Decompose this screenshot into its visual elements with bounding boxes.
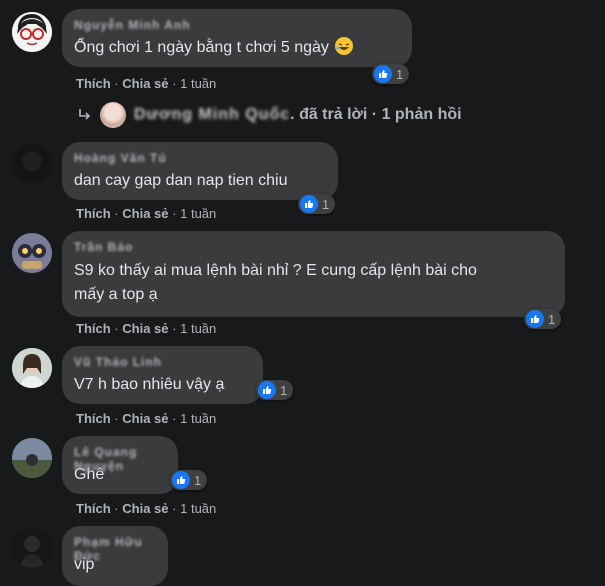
comment-bubble: Phạm Hữu Đức vip [62,526,168,586]
separator: · [172,206,177,221]
comment-bubble: Lê Quang Nguyện Ghê [62,436,178,494]
separator: · [114,501,119,516]
timestamp[interactable]: 1 tuần [180,501,216,516]
avatar[interactable] [12,348,52,388]
reaction-count: 1 [396,66,404,82]
reaction-badge[interactable]: 1 [524,309,562,329]
share-link[interactable]: Chia sẻ [122,501,168,516]
like-link[interactable]: Thích [76,206,111,221]
dark-avatar-icon [12,143,52,183]
comment-text: V7 h bao nhiêu vậy ạ [74,376,225,393]
reply-avatar [100,102,126,128]
avatar[interactable] [12,143,52,183]
commenter-name[interactable]: Trần Bảo [74,240,553,254]
like-icon [172,471,190,489]
cartoon-avatar-icon [12,233,52,273]
avatar[interactable] [12,12,52,52]
reply-author: Dương Minh Quốc [134,106,291,123]
like-link[interactable]: Thích [76,411,111,426]
comment-text-content: Ổng chơi 1 ngày bằng t chơi 5 ngày [74,39,329,56]
commenter-name[interactable]: Lê Quang Nguyện [74,445,166,473]
landscape-avatar-icon [12,438,52,478]
share-link[interactable]: Chia sẻ [122,76,168,91]
comment-bubble: Vũ Thảo Linh V7 h bao nhiêu vậy ạ [62,346,263,404]
reaction-badge[interactable]: 1 [298,194,336,214]
separator: · [172,321,177,336]
avatar[interactable] [12,528,52,568]
like-icon [300,195,318,213]
avatar[interactable] [12,438,52,478]
timestamp[interactable]: 1 tuần [180,321,216,336]
reaction-badge[interactable]: 1 [170,470,208,490]
reply-summary: . đã trả lời · 1 phản hồi [290,106,462,123]
comment-bubble: Trần Bảo S9 ko thấy ai mua lệnh bài nhỉ … [62,231,565,317]
profile-photo-icon [12,348,52,388]
comment-text: dan cay gap dan nap tien chiu [74,172,288,189]
separator: · [114,411,119,426]
commenter-name[interactable]: Phạm Hữu Đức [74,535,156,563]
separator: · [114,76,119,91]
like-icon [258,381,276,399]
separator: · [172,76,177,91]
comment-actions: Thích · Chia sẻ · 1 tuần [76,321,216,337]
commenter-name[interactable]: Vũ Thảo Linh [74,355,251,369]
reaction-count: 1 [548,311,556,327]
reply-arrow-icon [79,109,91,120]
comment-actions: Thích · Chia sẻ · 1 tuần [76,411,216,427]
like-icon [374,65,392,83]
reaction-count: 1 [280,382,288,398]
view-replies[interactable]: Dương Minh Quốc. đã trả lời · 1 phản hồi [78,102,462,128]
comment-bubble: Nguyễn Minh Anh Ổng chơi 1 ngày bằng t c… [62,9,412,67]
comment-text: S9 ko thấy ai mua lệnh bài nhỉ ? E cung … [74,262,477,303]
cartoon-avatar-icon [12,12,52,52]
reaction-badge[interactable]: 1 [372,64,410,84]
timestamp[interactable]: 1 tuần [180,76,216,91]
share-link[interactable]: Chia sẻ [122,411,168,426]
separator: · [172,501,177,516]
reaction-badge[interactable]: 1 [256,380,294,400]
separator: · [114,206,119,221]
separator: · [114,321,119,336]
like-link[interactable]: Thích [76,501,111,516]
like-link[interactable]: Thích [76,76,111,91]
avatar[interactable] [12,233,52,273]
reaction-count: 1 [194,472,202,488]
like-icon [526,310,544,328]
dark-avatar-icon [12,528,52,568]
comment-bubble: Hoàng Văn Tú dan cay gap dan nap tien ch… [62,142,338,200]
comment-actions: Thích · Chia sẻ · 1 tuần [76,206,216,222]
timestamp[interactable]: 1 tuần [180,206,216,221]
timestamp[interactable]: 1 tuần [180,411,216,426]
like-link[interactable]: Thích [76,321,111,336]
commenter-name[interactable]: Hoàng Văn Tú [74,151,326,165]
rolling-laughing-emoji-icon [335,37,354,55]
commenter-name[interactable]: Nguyễn Minh Anh [74,18,400,32]
separator: · [172,411,177,426]
reaction-count: 1 [322,196,330,212]
comment-actions: Thích · Chia sẻ · 1 tuần [76,76,216,92]
comment-actions: Thích · Chia sẻ · 1 tuần [76,501,216,517]
comment-text: Ổng chơi 1 ngày bằng t chơi 5 ngày [74,37,400,59]
share-link[interactable]: Chia sẻ [122,206,168,221]
share-link[interactable]: Chia sẻ [122,321,168,336]
